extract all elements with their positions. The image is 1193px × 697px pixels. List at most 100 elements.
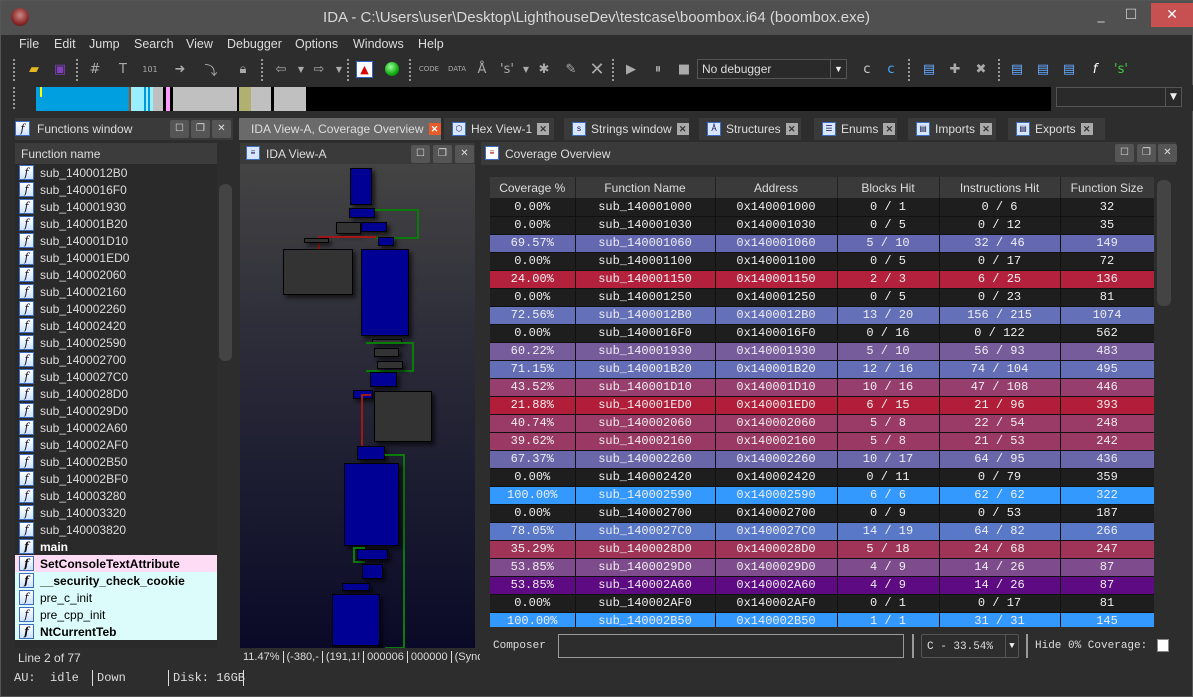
menu-help[interactable]: Help <box>418 37 444 51</box>
function-list-item[interactable]: f SetConsoleTextAttribute <box>15 555 217 572</box>
tab-structures[interactable]: Å Structures ✕ <box>699 118 801 140</box>
string-dropdown-icon[interactable]: ▼ <box>516 59 536 79</box>
search-binary-icon[interactable]: 101 <box>140 59 160 79</box>
coverage-row[interactable]: 0.00% sub_140002700 0x140002700 0 / 90 / 53… <box>490 504 1154 523</box>
graph-node[interactable] <box>361 249 409 336</box>
coverage-aggregate-select[interactable]: C - 33.54% ▼ <box>921 634 1019 658</box>
function-list-item[interactable]: f sub_140002590 <box>15 334 217 351</box>
close-tab-icon[interactable]: ✕ <box>785 123 798 135</box>
tab-imports[interactable]: ▤ Imports ✕ <box>908 118 996 140</box>
column-coverage[interactable]: Coverage % <box>490 177 576 198</box>
close-tab-icon[interactable]: ✕ <box>980 123 993 135</box>
column-function-name[interactable]: Function Name <box>575 177 716 198</box>
function-list-item[interactable]: f __security_check_cookie <box>15 572 217 589</box>
functions-window-icon[interactable]: f <box>1085 59 1105 79</box>
graph-view[interactable] <box>240 164 475 648</box>
tab-enums[interactable]: ☰ Enums ✕ <box>814 118 897 140</box>
array-icon[interactable]: ✱ <box>534 59 554 79</box>
start-process-icon[interactable]: c <box>881 59 901 79</box>
function-list-item[interactable]: f sub_140002700 <box>15 351 217 368</box>
graph-node[interactable] <box>342 583 370 591</box>
coverage-row[interactable]: 100.00% sub_140002B50 0x140002B50 1 / 1 31 /… <box>490 612 1154 627</box>
nav-band-select[interactable]: ▼ <box>1056 87 1182 107</box>
close-tab-icon[interactable]: ✕ <box>676 123 689 135</box>
jump-icon[interactable]: ⤵ <box>201 59 221 79</box>
search-hex-icon[interactable]: # <box>85 59 105 79</box>
tab-exports[interactable]: ▤ Exports ✕ <box>1008 118 1105 140</box>
function-list-item[interactable]: f sub_140001D10 <box>15 232 217 249</box>
close-tab-icon[interactable]: ✕ <box>1080 123 1093 135</box>
names-window-icon[interactable]: ▤ <box>1059 59 1079 79</box>
coverage-row[interactable]: 53.85% sub_140002A60 0x140002A60 4 / 9 14 / … <box>490 576 1154 595</box>
string-icon[interactable]: 's' <box>497 59 517 79</box>
menu-edit[interactable]: Edit <box>54 37 76 51</box>
maximize-button[interactable]: ☐ <box>1116 5 1146 27</box>
function-list-item[interactable]: f sub_1400016F0 <box>15 181 217 198</box>
open-icon[interactable]: ▰ <box>24 59 44 79</box>
coverage-row[interactable]: 35.29% sub_1400028D0 0x1400028D0 5 / 18 24 /… <box>490 540 1154 559</box>
graph-node[interactable] <box>377 361 403 369</box>
code-icon[interactable]: CODE <box>419 59 439 79</box>
maximize-panel-button[interactable]: ☐ <box>411 145 430 163</box>
function-list-item[interactable]: f pre_c_init <box>15 589 217 606</box>
graph-node[interactable] <box>350 168 372 205</box>
close-panel-button[interactable]: ✕ <box>212 120 231 138</box>
play-icon[interactable]: ▶ <box>621 59 641 79</box>
pause-icon[interactable]: ⏸︎ <box>648 59 668 79</box>
undefine-icon[interactable]: ✕ <box>587 59 607 80</box>
warning-icon[interactable]: ▲ <box>356 61 373 78</box>
float-panel-button[interactable]: ❐ <box>433 145 452 163</box>
coverage-table[interactable]: Coverage % Function Name Address Blocks Hit… <box>490 177 1154 627</box>
menu-windows[interactable]: Windows <box>353 37 404 51</box>
function-list-item[interactable]: f sub_1400029D0 <box>15 402 217 419</box>
data-icon[interactable]: DATA <box>447 59 467 79</box>
graph-node[interactable] <box>361 222 387 232</box>
delete-breakpoint-icon[interactable]: ✖ <box>971 59 991 79</box>
function-list-item[interactable]: f sub_1400027C0 <box>15 368 217 385</box>
struct-icon[interactable]: Å <box>472 59 492 79</box>
functions-list[interactable]: f sub_1400012B0 f sub_1400016F0 f sub_1400019… <box>15 164 217 648</box>
coverage-row[interactable]: 0.00% sub_1400016F0 0x1400016F0 0 / 16 0 / 1… <box>490 324 1154 343</box>
composer-input[interactable] <box>558 634 904 658</box>
close-panel-button[interactable]: ✕ <box>455 145 474 163</box>
exports-window-icon[interactable]: ▤ <box>1007 59 1027 79</box>
coverage-row[interactable]: 0.00% sub_140002420 0x140002420 0 / 11 0 / 7… <box>490 468 1154 487</box>
close-tab-icon[interactable]: ✕ <box>537 123 550 135</box>
menu-search[interactable]: Search <box>134 37 174 51</box>
back-dropdown-icon[interactable]: ▼ <box>291 59 311 79</box>
function-list-item[interactable]: f sub_140002160 <box>15 283 217 300</box>
coverage-row[interactable]: 0.00% sub_140001100 0x140001100 0 / 50 / 17… <box>490 252 1154 271</box>
tab-ida-view-a-coverage-overview[interactable]: IDA View-A, Coverage Overview ✕ <box>239 118 441 140</box>
coverage-row[interactable]: 60.22% sub_140001930 0x140001930 5 / 10 56 /… <box>490 342 1154 361</box>
close-button[interactable]: ✕ <box>1151 3 1193 27</box>
menu-options[interactable]: Options <box>295 37 338 51</box>
graph-node[interactable] <box>374 348 399 357</box>
functions-column-header[interactable]: Function name <box>15 143 217 164</box>
coverage-row[interactable]: 40.74% sub_140002060 0x140002060 5 / 8 22 / … <box>490 414 1154 433</box>
menu-file[interactable]: File <box>19 37 39 51</box>
coverage-row[interactable]: 69.57% sub_140001060 0x140001060 5 / 10 32 /… <box>490 234 1154 253</box>
column-address[interactable]: Address <box>715 177 838 198</box>
graph-node[interactable] <box>336 222 361 234</box>
imports-window-icon[interactable]: ▤ <box>1033 59 1053 79</box>
column-instructions-hit[interactable]: Instructions Hit <box>939 177 1061 198</box>
rename-icon[interactable]: ✎ <box>561 59 581 79</box>
function-list-item[interactable]: f sub_140001930 <box>15 198 217 215</box>
function-list-item[interactable]: f NtCurrentTeb <box>15 623 217 640</box>
attach-process-icon[interactable]: c <box>857 59 877 79</box>
strings-window-icon[interactable]: 's' <box>1111 59 1131 79</box>
column-blocks-hit[interactable]: Blocks Hit <box>837 177 940 198</box>
back-icon[interactable]: ⇦ <box>271 59 291 79</box>
close-tab-icon[interactable]: ✕ <box>883 123 896 135</box>
function-list-item[interactable]: f main <box>15 538 217 555</box>
search-next-icon[interactable]: ➜ <box>170 59 190 79</box>
coverage-row[interactable]: 39.62% sub_140002160 0x140002160 5 / 8 21 / … <box>490 432 1154 451</box>
navigation-strip[interactable] <box>36 87 1051 111</box>
function-list-item[interactable]: f sub_140001B20 <box>15 215 217 232</box>
coverage-row[interactable]: 21.88% sub_140001ED0 0x140001ED0 6 / 15 21 /… <box>490 396 1154 415</box>
function-list-item[interactable]: f sub_1400012B0 <box>15 164 217 181</box>
function-list-item[interactable]: f sub_1400028D0 <box>15 385 217 402</box>
graph-node[interactable] <box>349 208 375 218</box>
menu-view[interactable]: View <box>186 37 213 51</box>
function-list-item[interactable]: f sub_140003820 <box>15 521 217 538</box>
